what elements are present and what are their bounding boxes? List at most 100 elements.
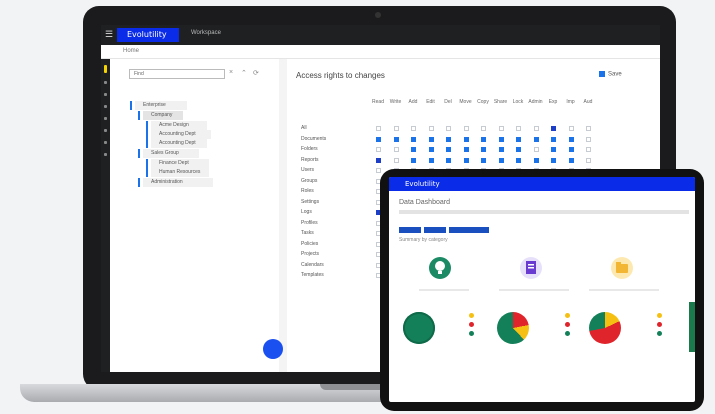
permission-checkbox[interactable] bbox=[393, 126, 399, 131]
tree-node[interactable]: Enterprise bbox=[135, 101, 187, 110]
rail-icon[interactable] bbox=[104, 117, 107, 120]
refresh-icon[interactable]: ⟳ bbox=[253, 69, 259, 77]
permission-checkbox[interactable] bbox=[551, 157, 556, 163]
permission-checkbox[interactable] bbox=[586, 126, 591, 131]
permission-checkbox[interactable] bbox=[568, 157, 574, 163]
permission-checkbox[interactable] bbox=[376, 157, 381, 163]
tree-node[interactable]: Accounting Dept bbox=[151, 139, 207, 148]
permission-checkbox[interactable] bbox=[533, 136, 539, 142]
permission-checkbox[interactable] bbox=[446, 157, 451, 163]
tree-node[interactable]: Finance Dept bbox=[151, 159, 209, 168]
permission-checkbox[interactable] bbox=[463, 147, 469, 152]
tablet-brand[interactable]: Evolutility bbox=[405, 180, 440, 188]
overview-button[interactable] bbox=[399, 227, 421, 233]
pie-chart[interactable] bbox=[589, 312, 621, 344]
permission-checkbox[interactable] bbox=[446, 136, 451, 142]
tree-node-marker bbox=[138, 178, 140, 187]
permission-checkbox[interactable] bbox=[533, 126, 539, 131]
rail-icon[interactable] bbox=[104, 141, 107, 144]
permission-checkbox[interactable] bbox=[446, 126, 451, 131]
permission-checkbox[interactable] bbox=[498, 126, 504, 131]
save-button[interactable]: Save bbox=[599, 71, 622, 78]
workspace-label[interactable]: Workspace bbox=[191, 30, 221, 36]
menu-icon[interactable]: ☰ bbox=[105, 29, 113, 40]
permission-checkbox[interactable] bbox=[516, 126, 521, 131]
permission-checkbox[interactable] bbox=[393, 136, 399, 142]
laptop-camera bbox=[375, 12, 381, 18]
permission-checkbox[interactable] bbox=[446, 147, 451, 152]
tree-node[interactable]: Accounting Dept bbox=[151, 130, 211, 139]
legend-dot bbox=[565, 331, 570, 336]
permission-checkbox[interactable] bbox=[498, 147, 504, 152]
permission-checkbox[interactable] bbox=[463, 126, 469, 131]
permission-checkbox[interactable] bbox=[411, 126, 416, 131]
permission-checkbox[interactable] bbox=[481, 126, 486, 131]
permission-checkbox[interactable] bbox=[568, 126, 574, 131]
permission-checkbox[interactable] bbox=[376, 126, 381, 131]
matrix-row-label: Folders bbox=[301, 146, 318, 152]
permission-checkbox[interactable] bbox=[428, 136, 434, 142]
permission-checkbox[interactable] bbox=[393, 157, 399, 163]
permission-checkbox[interactable] bbox=[376, 136, 381, 142]
permission-checkbox[interactable] bbox=[481, 157, 486, 163]
permission-checkbox[interactable] bbox=[568, 147, 574, 152]
rail-active-icon[interactable] bbox=[104, 65, 107, 73]
section-heading: Summary by category bbox=[399, 237, 448, 243]
rail-icon[interactable] bbox=[104, 93, 107, 96]
permission-checkbox[interactable] bbox=[463, 157, 469, 163]
permission-checkbox[interactable] bbox=[533, 157, 539, 163]
rail-icon[interactable] bbox=[104, 129, 107, 132]
side-tab[interactable] bbox=[689, 302, 695, 352]
rail-icon[interactable] bbox=[104, 105, 107, 108]
rail-icon[interactable] bbox=[104, 153, 107, 156]
permission-checkbox[interactable] bbox=[411, 147, 416, 152]
permission-checkbox[interactable] bbox=[498, 136, 504, 142]
permission-checkbox[interactable] bbox=[376, 147, 381, 152]
add-button[interactable] bbox=[263, 339, 283, 359]
collapse-icon[interactable]: ⌃ bbox=[241, 69, 247, 77]
column-header[interactable]: Aud bbox=[578, 99, 598, 105]
reports-button[interactable] bbox=[449, 227, 489, 233]
rail-icon[interactable] bbox=[104, 81, 107, 84]
permission-checkbox[interactable] bbox=[481, 136, 486, 142]
permission-checkbox[interactable] bbox=[463, 136, 469, 142]
permission-checkbox[interactable] bbox=[516, 157, 521, 163]
pie-chart[interactable] bbox=[403, 312, 435, 344]
tree-node[interactable]: Administration bbox=[143, 178, 213, 187]
permission-checkbox[interactable] bbox=[428, 147, 434, 152]
permission-checkbox[interactable] bbox=[481, 147, 486, 152]
clear-icon[interactable]: × bbox=[229, 69, 233, 76]
permission-checkbox[interactable] bbox=[428, 157, 434, 163]
permission-checkbox[interactable] bbox=[428, 126, 434, 131]
pie-chart[interactable] bbox=[497, 312, 529, 344]
breadcrumb-home[interactable]: Home bbox=[123, 48, 139, 54]
brand-logo[interactable]: Evolutility bbox=[117, 28, 179, 42]
tree-node[interactable]: Sales Group bbox=[143, 149, 199, 158]
tree-node[interactable]: Acme Design bbox=[151, 121, 207, 130]
dashboard-actions bbox=[399, 220, 492, 238]
permission-checkbox[interactable] bbox=[533, 147, 539, 152]
matrix-row-label: All bbox=[301, 125, 307, 131]
permission-checkbox[interactable] bbox=[516, 136, 521, 142]
search-input[interactable]: Find bbox=[129, 69, 225, 79]
document-icon bbox=[520, 257, 542, 279]
permission-checkbox[interactable] bbox=[568, 136, 574, 142]
tree-node[interactable]: Company bbox=[143, 111, 183, 120]
permission-checkbox[interactable] bbox=[586, 147, 591, 152]
tree-node-marker bbox=[138, 111, 140, 120]
permission-checkbox[interactable] bbox=[376, 168, 381, 173]
analytics-button[interactable] bbox=[424, 227, 446, 233]
permission-checkbox[interactable] bbox=[551, 136, 556, 142]
permission-checkbox[interactable] bbox=[498, 157, 504, 163]
permission-checkbox[interactable] bbox=[411, 136, 416, 142]
permission-checkbox[interactable] bbox=[586, 136, 591, 142]
permission-checkbox[interactable] bbox=[516, 147, 521, 152]
panel-divider[interactable] bbox=[279, 59, 287, 372]
permission-checkbox[interactable] bbox=[551, 126, 556, 131]
permission-checkbox[interactable] bbox=[551, 147, 556, 152]
tablet-frame: Evolutility Data Dashboard Summary by ca… bbox=[380, 169, 704, 411]
permission-checkbox[interactable] bbox=[586, 157, 591, 163]
permission-checkbox[interactable] bbox=[411, 157, 416, 163]
permission-checkbox[interactable] bbox=[393, 147, 399, 152]
tree-node[interactable]: Human Resources bbox=[151, 168, 209, 177]
